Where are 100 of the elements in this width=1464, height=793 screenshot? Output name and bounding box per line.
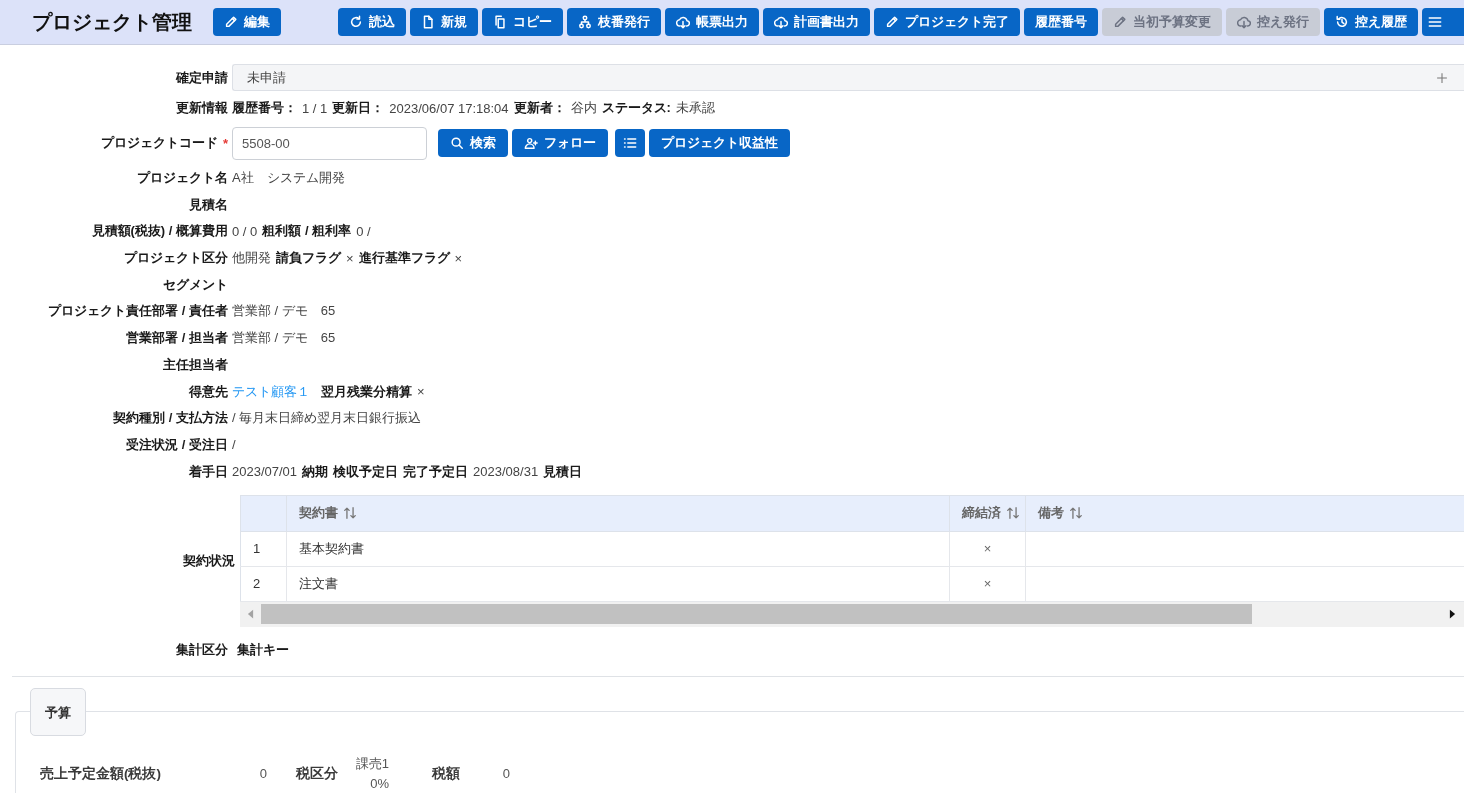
cloud-download-icon [676,15,690,29]
field-value: 2023/08/31 [473,464,539,480]
field-label: ステータス: [601,99,671,118]
field-value: 0 [259,764,267,783]
toolbar-button[interactable]: 帳票出力 [665,8,759,36]
caret-left-icon[interactable] [247,609,254,620]
user-plus-icon [524,136,538,151]
table-cell: 注文書 [299,575,338,591]
field-label: 契約状況 [183,551,235,570]
clock-arrow-icon [1335,15,1349,29]
field-label: 翌月残業分精算 [321,382,412,401]
field-label: 納期 [302,462,329,481]
field-label: 進行基準フラグ [358,249,450,268]
caret-right-icon[interactable] [1449,609,1456,620]
up-down-arrows-icon[interactable] [1069,506,1083,521]
action-button[interactable]: フォロー [512,129,608,158]
column-header: 締結済 [962,504,1001,523]
hierarchy-icon [578,15,592,29]
status-field[interactable]: 未申請 [232,64,1464,91]
action-button[interactable]: プロジェクト収益性 [649,129,790,158]
menu-icon [1428,15,1442,29]
field-label: 税区分 [296,764,338,783]
field-value: 2023/07/01 [232,464,298,480]
field-label: 税額 [432,764,460,783]
field-label: 営業部署 / 担当者 [126,329,228,348]
search-icon [450,136,464,151]
field-label: プロジェクト責任部署 / 責任者 [48,302,228,321]
field-value: 課売1 [355,754,389,773]
row-number: 1 [253,541,261,557]
table-cell: × [983,541,992,557]
field-label: 売上予定金額(税抜) [40,764,161,783]
field-value: 谷内 [570,99,597,118]
stacked-pages-icon [493,15,507,29]
field-label: 契約種別 / 支払方法 [113,409,228,428]
field-label: プロジェクト名 [137,169,228,188]
field-value: 0% [370,774,389,793]
toolbar-button[interactable]: コピー [482,8,563,36]
field-label: 粗利額 / 粗利率 [262,222,352,241]
page-title: プロジェクト管理 [32,9,192,35]
field-value: / [232,437,236,453]
field-label: 集計キー [237,641,289,660]
toolbar-button[interactable]: プロジェクト完了 [874,8,1020,36]
field-value: 他開発 [232,249,271,268]
field-value: 未承認 [675,99,715,118]
field-value: A社 システム開発 [232,169,345,188]
column-header: 契約書 [299,504,338,523]
row-number: 2 [253,576,261,592]
toolbar-button[interactable]: 控え履歴 [1324,8,1418,36]
customer-link[interactable]: テスト顧客１ [232,382,310,401]
field-label: 完了予定日 [403,462,469,481]
toolbar-button[interactable]: 枝番発行 [567,8,661,36]
list-button[interactable] [615,129,645,158]
field-label: 確定申請 [176,68,228,87]
field-value: 1 / 1 [302,100,328,116]
cloud-download-icon [774,15,788,29]
action-button[interactable]: 検索 [438,129,508,158]
field-value: 2023/06/07 17:18:04 [389,100,509,116]
toolbar-button[interactable]: 新規 [410,8,478,36]
field-label: 更新日： [332,99,385,118]
plus-icon[interactable] [1436,71,1448,84]
edit-button[interactable]: 編集 [213,8,281,36]
field-label: 履歴番号： [232,99,297,118]
document-icon [421,15,435,29]
field-label: プロジェクトコード [100,134,218,153]
field-value: × [454,250,463,266]
column-header: 備考 [1038,504,1064,523]
field-label: 見積名 [189,195,228,214]
field-value: 営業部 / デモ 65 [232,329,336,348]
field-label: 受注状況 / 受注日 [126,435,228,454]
up-down-arrows-icon[interactable] [343,506,357,521]
toolbar-button[interactable]: 計画書出力 [763,8,870,36]
field-value: 0 / 0 [232,223,258,239]
toolbar-button[interactable]: 読込 [338,8,406,36]
field-label: 得意先 [189,382,228,401]
field-label: 主任担当者 [163,355,228,374]
menu-button[interactable] [1422,8,1464,36]
field-label: 見積日 [543,462,583,481]
required-mark: * [222,135,228,151]
table-cell: 基本契約書 [299,540,364,556]
project-code-field[interactable]: 5508-00 [232,126,427,160]
field-label: 更新情報 [176,99,228,118]
field-value: 0 / [356,223,371,239]
scrollbar-thumb[interactable] [261,604,1253,625]
field-value: 営業部 / デモ 65 [232,302,336,321]
field-label: 請負フラグ [276,249,341,268]
pencil-icon [224,15,238,29]
field-label: 見積額(税抜) / 概算費用 [91,222,228,241]
up-down-arrows-icon[interactable] [1006,506,1020,521]
field-label: プロジェクト区分 [124,249,228,268]
circular-arrow-icon [349,15,363,29]
toolbar-button[interactable]: 履歴番号 [1024,8,1098,36]
field-value: 0 [502,764,510,783]
list-icon [623,136,637,151]
field-value: / 毎月末日締め翌月末日銀行振込 [232,409,422,428]
field-label: セグメント [163,275,228,294]
field-value: × [346,250,354,266]
field-value: × [417,384,425,400]
pencil-icon [885,15,899,29]
field-label: 検収予定日 [333,462,399,481]
pencil-icon [1113,15,1127,29]
